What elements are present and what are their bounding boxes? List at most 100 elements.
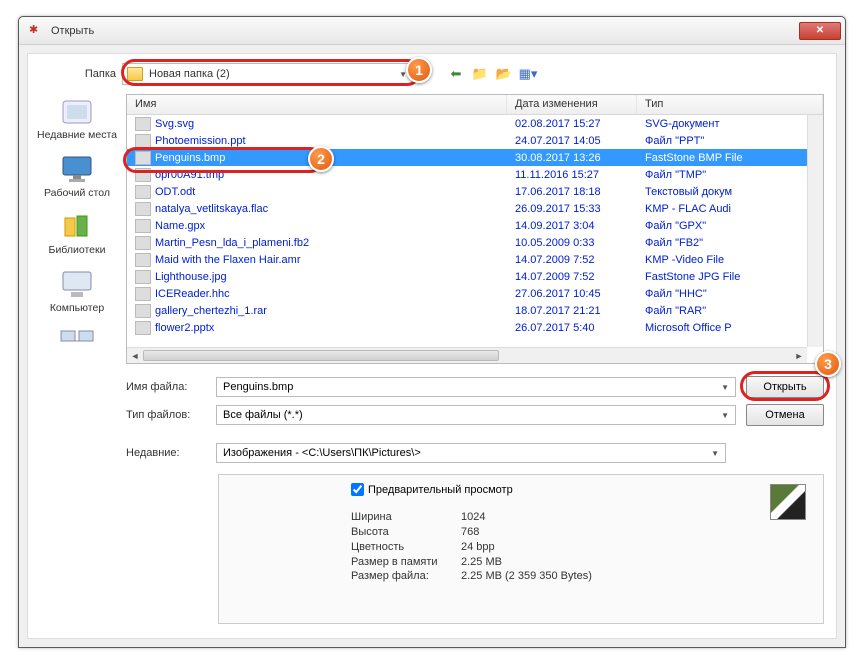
file-date: 10.05.2009 0:33 [507, 237, 637, 249]
sidebar-item-computer[interactable]: Компьютер [32, 267, 122, 315]
file-date: 11.11.2016 15:27 [507, 169, 637, 181]
sidebar-item-recent[interactable]: Недавние места [32, 94, 122, 142]
folder-combobox[interactable]: Новая папка (2) ▼ [122, 63, 412, 85]
file-icon [135, 270, 151, 284]
folder-label: Папка [84, 68, 122, 80]
file-row[interactable]: Maid with the Flaxen Hair.amr14.07.2009 … [127, 251, 823, 268]
filetype-row: Тип файлов: Все файлы (*.*) ▼ Отмена [126, 404, 824, 426]
meta-row: Размер файла:2.25 MB (2 359 350 Bytes) [351, 569, 811, 584]
recent-row: Недавние: Изображения - <C:\Users\ПК\Pic… [126, 442, 824, 464]
network-icon [58, 324, 96, 358]
filetype-combobox[interactable]: Все файлы (*.*) ▼ [216, 405, 736, 425]
file-row[interactable]: ODT.odt17.06.2017 18:18Текстовый докум [127, 183, 823, 200]
file-type: FastStone JPG File [637, 271, 823, 283]
recent-label: Недавние: [126, 447, 216, 459]
preview-checkbox[interactable]: Предварительный просмотр [351, 483, 811, 496]
app-icon: ✱ [29, 23, 45, 39]
file-name: natalya_vetlitskaya.flac [155, 203, 507, 215]
file-icon [135, 287, 151, 301]
file-icon [135, 304, 151, 318]
file-row[interactable]: opr00A91.tmp11.11.2016 15:27Файл "TMP" [127, 166, 823, 183]
file-date: 18.07.2017 21:21 [507, 305, 637, 317]
vertical-scrollbar[interactable] [807, 115, 823, 347]
close-button[interactable]: ✕ [799, 22, 841, 40]
file-date: 27.06.2017 10:45 [507, 288, 637, 300]
back-icon[interactable]: ⬅ [446, 64, 466, 84]
sidebar-item-libraries[interactable]: Библиотеки [32, 209, 122, 257]
filetype-label: Тип файлов: [126, 409, 216, 421]
file-name: Martin_Pesn_lda_i_plameni.fb2 [155, 237, 507, 249]
file-row[interactable]: gallery_chertezhi_1.rar18.07.2017 21:21Ф… [127, 302, 823, 319]
folder-name: Новая папка (2) [149, 68, 399, 80]
file-type: KMP -Video File [637, 254, 823, 266]
file-date: 17.06.2017 18:18 [507, 186, 637, 198]
sidebar-item-network[interactable] [32, 324, 122, 358]
file-type: Файл "RAR" [637, 305, 823, 317]
sidebar-item-desktop[interactable]: Рабочий стол [32, 152, 122, 200]
file-type: Файл "FB2" [637, 237, 823, 249]
file-date: 26.09.2017 15:33 [507, 203, 637, 215]
file-date: 02.08.2017 15:27 [507, 118, 637, 130]
places-sidebar: Недавние места Рабочий стол Библиотеки К… [32, 94, 122, 634]
col-type[interactable]: Тип [637, 95, 823, 114]
scroll-right-icon[interactable]: ► [791, 348, 807, 363]
file-icon [135, 219, 151, 233]
column-headers[interactable]: Имя Дата изменения Тип [127, 95, 823, 115]
recent-combobox[interactable]: Изображения - <C:\Users\ПК\Pictures\> ▼ [216, 443, 726, 463]
file-row[interactable]: Penguins.bmp30.08.2017 13:26FastStone BM… [127, 149, 823, 166]
file-type: Текстовый докум [637, 186, 823, 198]
file-row[interactable]: natalya_vetlitskaya.flac26.09.2017 15:33… [127, 200, 823, 217]
file-name: Name.gpx [155, 220, 507, 232]
file-name: Maid with the Flaxen Hair.amr [155, 254, 507, 266]
recent-places-icon [58, 94, 96, 128]
titlebar[interactable]: ✱ Открыть ✕ [19, 17, 845, 45]
file-icon [135, 202, 151, 216]
file-type: SVG-документ [637, 118, 823, 130]
horizontal-scrollbar[interactable]: ◄ ► [127, 347, 807, 363]
file-row[interactable]: Photoemission.ppt24.07.2017 14:05Файл "P… [127, 132, 823, 149]
annotation-badge-2: 2 [308, 146, 334, 172]
preview-checkbox-input[interactable] [351, 483, 364, 496]
preview-panel: Предварительный просмотр Ширина1024Высот… [218, 474, 824, 624]
file-row[interactable]: ICEReader.hhc27.06.2017 10:45Файл "HHC" [127, 285, 823, 302]
file-icon [135, 134, 151, 148]
file-row[interactable]: Lighthouse.jpg14.07.2009 7:52FastStone J… [127, 268, 823, 285]
file-type: Файл "HHC" [637, 288, 823, 300]
chevron-down-icon[interactable]: ▼ [721, 383, 729, 392]
file-type: Microsoft Office P [637, 322, 823, 334]
meta-row: Высота768 [351, 525, 811, 540]
file-name: ICEReader.hhc [155, 288, 507, 300]
scroll-track[interactable] [143, 348, 791, 363]
file-row[interactable]: Name.gpx14.09.2017 3:04Файл "GPX" [127, 217, 823, 234]
dialog-window: ✱ Открыть ✕ Папка Новая папка (2) ▼ ⬅ 📁 … [18, 16, 846, 648]
file-name: Lighthouse.jpg [155, 271, 507, 283]
chevron-down-icon[interactable]: ▼ [711, 449, 719, 458]
up-icon[interactable]: 📁 [470, 64, 490, 84]
scroll-left-icon[interactable]: ◄ [127, 348, 143, 363]
cancel-button[interactable]: Отмена [746, 404, 824, 426]
file-date: 14.09.2017 3:04 [507, 220, 637, 232]
file-row[interactable]: Martin_Pesn_lda_i_plameni.fb210.05.2009 … [127, 234, 823, 251]
desktop-icon [58, 152, 96, 186]
col-name[interactable]: Имя [127, 95, 507, 114]
filename-label: Имя файла: [126, 381, 216, 393]
file-icon [135, 253, 151, 267]
file-row[interactable]: flower2.pptx26.07.2017 5:40Microsoft Off… [127, 319, 823, 336]
file-icon [135, 151, 151, 165]
chevron-down-icon[interactable]: ▼ [721, 411, 729, 420]
meta-row: Размер в памяти2.25 MB [351, 555, 811, 570]
col-date[interactable]: Дата изменения [507, 95, 637, 114]
file-row[interactable]: Svg.svg02.08.2017 15:27SVG-документ [127, 115, 823, 132]
file-icon [135, 117, 151, 131]
new-folder-icon[interactable]: 📂 [494, 64, 514, 84]
file-date: 14.07.2009 7:52 [507, 271, 637, 283]
folder-row: Папка Новая папка (2) ▼ ⬅ 📁 📂 ▦▾ [84, 62, 824, 86]
view-menu-icon[interactable]: ▦▾ [518, 64, 538, 84]
file-icon [135, 168, 151, 182]
computer-icon [58, 267, 96, 301]
open-button[interactable]: Открыть [746, 376, 824, 398]
file-name: Photoemission.ppt [155, 135, 507, 147]
scroll-thumb[interactable] [143, 350, 499, 361]
file-name: ODT.odt [155, 186, 507, 198]
filename-input[interactable]: Penguins.bmp ▼ [216, 377, 736, 397]
